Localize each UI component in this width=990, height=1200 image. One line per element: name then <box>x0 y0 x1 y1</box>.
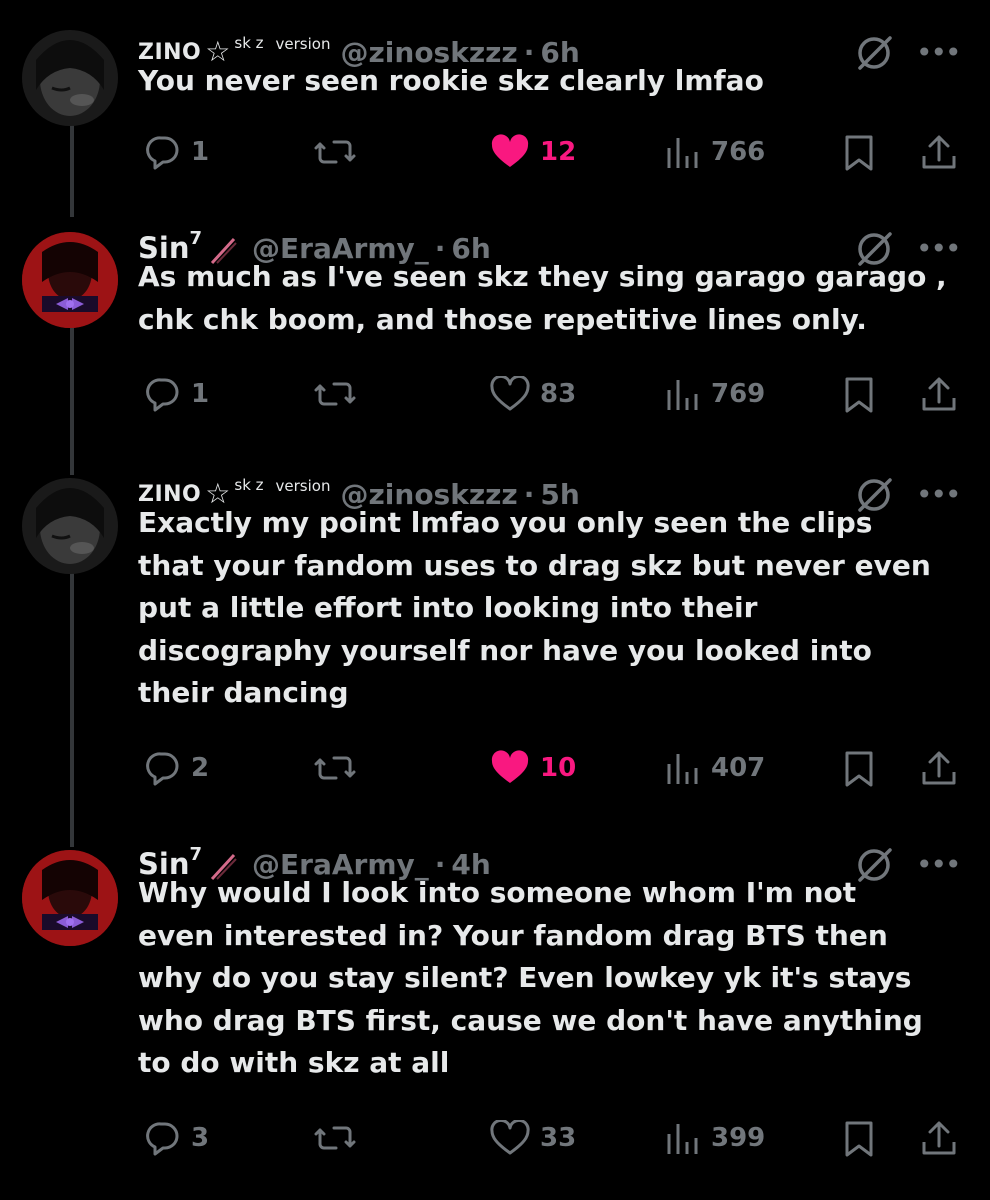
reply-icon <box>146 378 179 412</box>
views-icon <box>667 1124 698 1154</box>
more-icon[interactable]: ••• <box>916 39 962 67</box>
share-button[interactable] <box>920 376 958 414</box>
bookmark-button[interactable] <box>842 1120 876 1158</box>
like-button[interactable]: 33 <box>490 1120 576 1156</box>
like-count: 33 <box>540 1123 577 1153</box>
reply-count: 3 <box>191 1123 210 1153</box>
reply-button[interactable]: 2 <box>145 750 209 786</box>
tweet-actions: 2 10 407 <box>0 750 990 794</box>
heart-icon <box>490 376 530 411</box>
like-count: 12 <box>540 137 577 167</box>
share-button[interactable] <box>920 750 958 788</box>
more-icon[interactable]: ••• <box>916 235 962 263</box>
retweet-icon <box>314 1126 356 1150</box>
share-button[interactable] <box>920 134 958 172</box>
bookmark-button[interactable] <box>842 750 876 788</box>
retweet-button[interactable] <box>312 376 358 412</box>
views-icon <box>667 754 698 784</box>
tweet-actions: 3 33 399 <box>0 1120 990 1164</box>
like-button[interactable]: 83 <box>490 376 576 412</box>
bookmark-button[interactable] <box>842 376 876 414</box>
heart-icon <box>490 1120 530 1155</box>
retweet-icon <box>314 140 356 164</box>
share-icon <box>922 377 956 411</box>
like-button[interactable]: 10 <box>490 750 576 786</box>
retweet-icon <box>314 382 356 406</box>
more-icon[interactable]: ••• <box>916 481 962 509</box>
reply-button[interactable]: 3 <box>145 1120 209 1156</box>
views-count: 399 <box>711 1123 766 1153</box>
share-icon <box>922 1121 956 1155</box>
avatar[interactable] <box>22 478 118 574</box>
name-decoration: version <box>275 477 331 495</box>
name-decoration: version <box>275 35 331 53</box>
retweet-button[interactable] <box>312 750 358 786</box>
views-button[interactable]: 407 <box>665 750 765 786</box>
reply-button[interactable]: 1 <box>145 134 209 170</box>
heart-icon <box>491 750 529 783</box>
reply-count: 2 <box>191 753 210 783</box>
thread-line <box>70 572 74 847</box>
avatar[interactable] <box>22 30 118 126</box>
like-button[interactable]: 12 <box>490 134 576 170</box>
tweet-actions: 1 83 769 <box>0 376 990 420</box>
name-decoration: sk z <box>234 476 264 494</box>
retweet-button[interactable] <box>312 134 358 170</box>
share-icon <box>922 751 956 785</box>
reply-icon <box>146 136 179 170</box>
bookmark-icon <box>845 1121 873 1157</box>
tweet-text: Why would I look into someone whom I'm n… <box>138 876 923 1079</box>
tweet-text: You never seen rookie skz clearly lmfao <box>138 64 764 97</box>
like-count: 10 <box>540 753 577 783</box>
tweet-text: Exactly my point lmfao you only seen the… <box>138 506 931 709</box>
more-icon[interactable]: ••• <box>916 851 962 879</box>
reply-icon <box>146 752 179 786</box>
views-icon <box>667 138 698 168</box>
like-count: 83 <box>540 379 577 409</box>
views-count: 766 <box>711 137 766 167</box>
name-decoration: sk z <box>234 34 264 52</box>
views-count: 769 <box>711 379 766 409</box>
heart-icon <box>491 134 529 167</box>
avatar[interactable] <box>22 850 118 946</box>
reply-count: 1 <box>191 379 210 409</box>
reply-count: 1 <box>191 137 210 167</box>
retweet-button[interactable] <box>312 1120 358 1156</box>
bookmark-icon <box>845 377 873 413</box>
views-icon <box>667 380 698 410</box>
bookmark-button[interactable] <box>842 134 876 172</box>
views-button[interactable]: 766 <box>665 134 765 170</box>
name-superscript: 7 <box>189 227 203 249</box>
bookmark-icon <box>845 135 873 171</box>
avatar[interactable] <box>22 232 118 328</box>
reply-button[interactable]: 1 <box>145 376 209 412</box>
name-superscript: 7 <box>189 843 203 865</box>
reply-icon <box>146 1122 179 1156</box>
retweet-icon <box>314 756 356 780</box>
views-button[interactable]: 399 <box>665 1120 765 1156</box>
bookmark-icon <box>845 751 873 787</box>
tweet-actions: 1 12 766 <box>0 134 990 178</box>
share-button[interactable] <box>920 1120 958 1158</box>
share-icon <box>922 135 956 169</box>
tweet-text: As much as I've seen skz they sing garag… <box>138 260 947 336</box>
views-button[interactable]: 769 <box>665 376 765 412</box>
views-count: 407 <box>711 753 766 783</box>
